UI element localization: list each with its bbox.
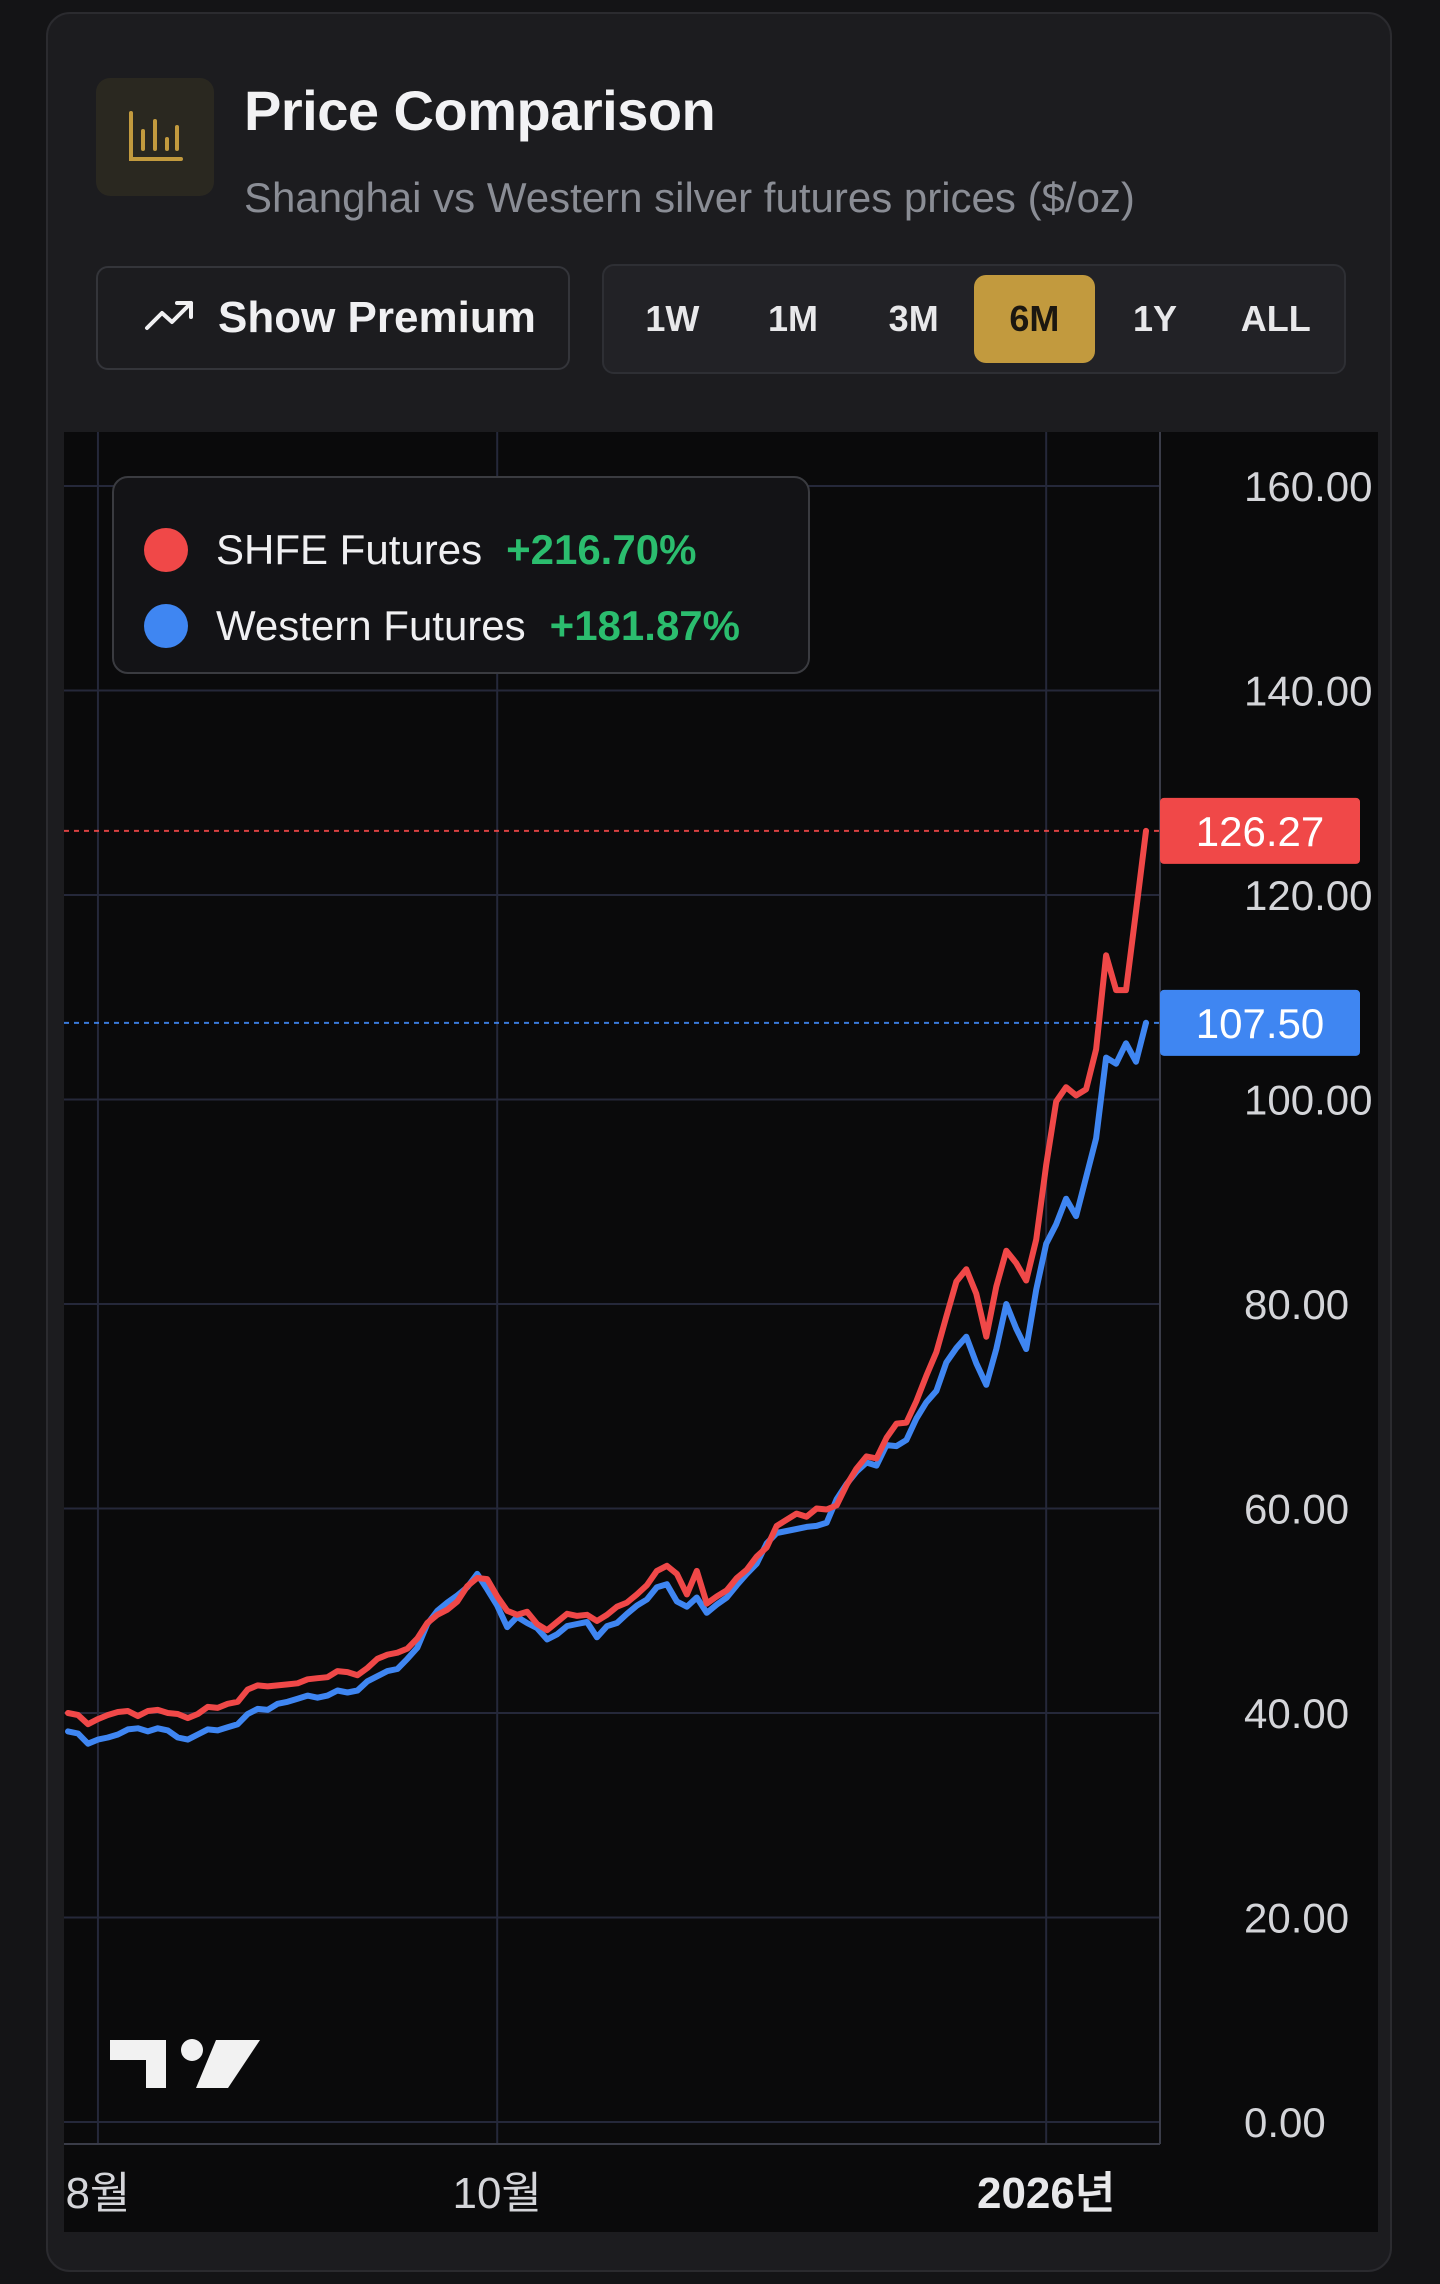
y-tick-label: 120.00: [1244, 872, 1372, 919]
range-all-button[interactable]: ALL: [1215, 275, 1336, 363]
legend-name-western: Western Futures: [216, 602, 526, 649]
legend-change-western: +181.87%: [549, 602, 741, 649]
y-tick-label: 20.00: [1244, 1895, 1349, 1942]
y-tick-label: 80.00: [1244, 1281, 1349, 1328]
bar-chart-icon: [96, 78, 214, 196]
legend-dot-western: [144, 604, 188, 648]
x-tick-label: 2026년: [977, 2169, 1115, 2218]
legend-name-shfe: SHFE Futures: [216, 526, 483, 573]
range-1m-button[interactable]: 1M: [733, 275, 854, 363]
range-1y-button[interactable]: 1Y: [1095, 275, 1216, 363]
x-tick-label: 10월: [452, 2169, 541, 2218]
show-premium-button[interactable]: Show Premium: [96, 266, 570, 370]
chart-canvas[interactable]: 0.00 20.00 40.00 60.00 80.00 100.00 120.00 140.…: [64, 432, 1378, 2232]
range-selector: 1W 1M 3M 6M 1Y ALL: [602, 264, 1346, 374]
trending-up-icon: [144, 293, 196, 343]
legend-change-shfe: +216.70%: [506, 526, 697, 573]
chart-legend: SHFE Futures +216.70% Western Futures +1…: [112, 476, 810, 674]
page-title: Price Comparison: [244, 79, 716, 142]
legend-dot-shfe: [144, 528, 188, 572]
last-value-label: 107.50: [1196, 1000, 1324, 1047]
y-tick-label: 40.00: [1244, 1690, 1349, 1737]
page-subtitle: Shanghai vs Western silver futures price…: [244, 174, 1135, 221]
price-chart[interactable]: 0.00 20.00 40.00 60.00 80.00 100.00 120.00 140.…: [64, 432, 1378, 2232]
y-tick-label: 160.00: [1244, 463, 1372, 510]
show-premium-label: Show Premium: [218, 293, 536, 342]
legend-item-western: Western Futures +181.87%: [144, 596, 740, 656]
y-tick-label: 60.00: [1244, 1486, 1349, 1533]
range-3m-button[interactable]: 3M: [853, 275, 974, 363]
y-tick-label: 0.00: [1244, 2099, 1326, 2146]
legend-item-shfe: SHFE Futures +216.70%: [144, 520, 696, 580]
range-1w-button[interactable]: 1W: [612, 275, 733, 363]
y-tick-label: 140.00: [1244, 668, 1372, 715]
price-comparison-card: Price Comparison Shanghai vs Western sil…: [46, 12, 1392, 2272]
last-value-label: 126.27: [1196, 808, 1324, 855]
y-tick-label: 100.00: [1244, 1077, 1372, 1124]
range-6m-button[interactable]: 6M: [974, 275, 1095, 363]
x-tick-label: 8월: [65, 2169, 130, 2218]
